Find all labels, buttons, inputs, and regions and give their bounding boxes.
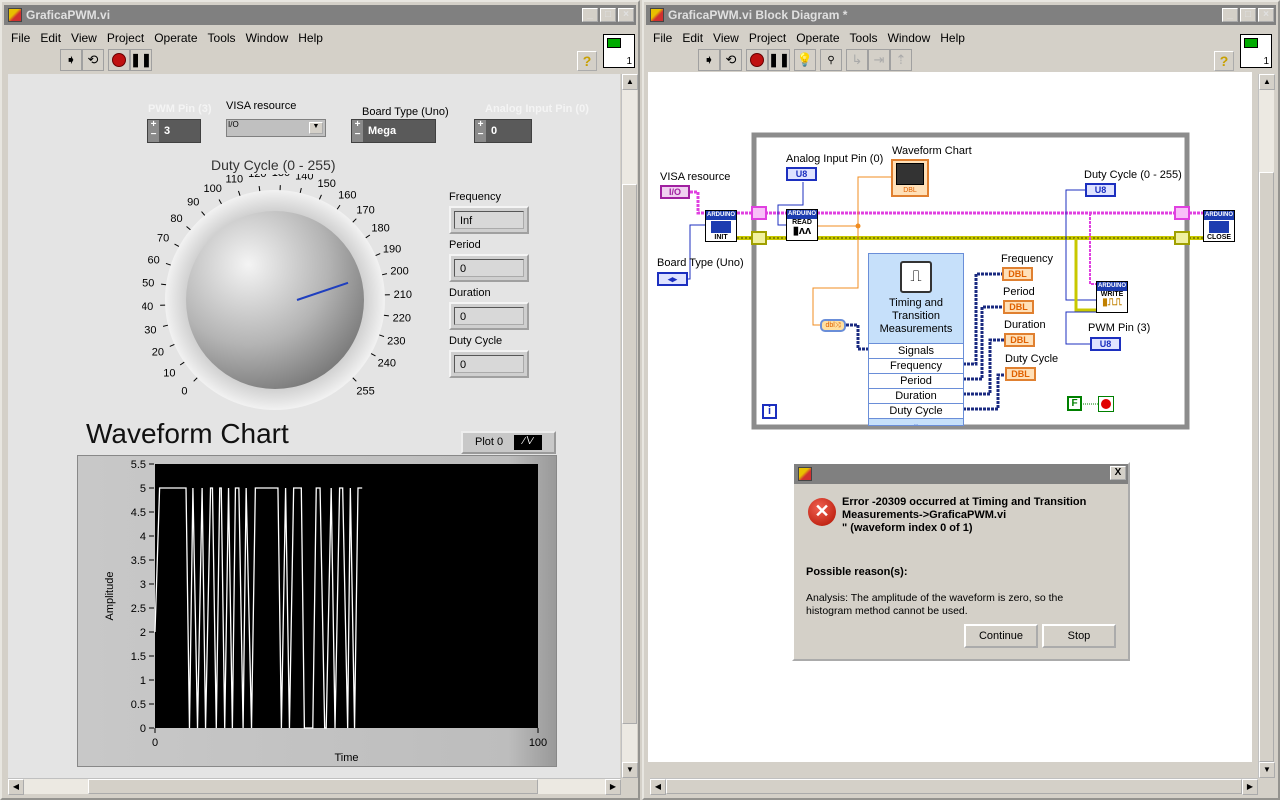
- subvi-header: ARDUINO: [1097, 282, 1127, 291]
- visa-resource-terminal[interactable]: I/O: [660, 185, 690, 199]
- signals-wire[interactable]: [846, 323, 868, 351]
- arduino-write-subvi[interactable]: ARDUINO WRITE ▮⎍⎍: [1096, 281, 1128, 313]
- pwm-pin-terminal-label: PWM Pin (3): [1088, 322, 1151, 334]
- subvi-header: ARDUINO: [1204, 211, 1234, 220]
- period-indicator-terminal[interactable]: DBL: [1003, 300, 1034, 314]
- error-reason-text: Analysis: The amplitude of the waveform …: [806, 592, 1064, 617]
- false-constant[interactable]: F: [1067, 396, 1082, 411]
- subvi-name: CLOSE: [1206, 234, 1232, 241]
- duty-cycle-terminal[interactable]: Duty Cycle: [869, 403, 963, 418]
- frequency-indicator-label: Frequency: [1001, 253, 1053, 265]
- period-terminal[interactable]: Period: [869, 373, 963, 388]
- frequency-terminal[interactable]: Frequency: [869, 358, 963, 373]
- diagram-wires: [688, 132, 1235, 430]
- duty-cycle-indicator-terminal[interactable]: DBL: [1005, 367, 1036, 381]
- period-wire[interactable]: [963, 305, 1003, 381]
- stop-button[interactable]: Stop: [1042, 624, 1116, 648]
- duration-terminal[interactable]: Duration: [869, 388, 963, 403]
- period-indicator-label: Period: [1003, 286, 1035, 298]
- visa-resource-terminal-label: VISA resource: [660, 171, 731, 183]
- arduino-close-subvi[interactable]: ARDUINO CLOSE: [1203, 210, 1235, 242]
- subvi-name: INIT: [714, 234, 728, 241]
- board-type-terminal[interactable]: ◂▸: [657, 272, 688, 286]
- loop-stop-condition-icon[interactable]: [1098, 396, 1114, 412]
- error-branch-wire[interactable]: [1074, 238, 1096, 312]
- shift-register-right-visa[interactable]: [1174, 206, 1190, 220]
- analog-pin-terminal-label: Analog Input Pin (0): [786, 153, 884, 165]
- subvi-header: ARDUINO: [706, 211, 736, 220]
- dialog-close-button[interactable]: X: [1110, 466, 1126, 480]
- visa-wire[interactable]: [690, 190, 1235, 215]
- chart-glyph-icon: [896, 163, 924, 185]
- to-dbl-conversion-node[interactable]: dbl⤨: [820, 319, 846, 332]
- duty-255-terminal[interactable]: U8: [1085, 183, 1116, 197]
- duration-indicator-terminal[interactable]: DBL: [1004, 333, 1035, 347]
- shift-register-left-error[interactable]: [751, 231, 767, 245]
- subvi-header: ARDUINO: [787, 210, 817, 219]
- error-message: Error -20309 occurred at Timing and Tran…: [842, 496, 1122, 535]
- error-dialog: X ✕ Error -20309 occurred at Timing and …: [792, 462, 1130, 661]
- visa-branch-wire[interactable]: [1089, 213, 1096, 285]
- waveform-chart-terminal[interactable]: DBL: [891, 159, 929, 197]
- error-message-index: " (waveform index 0 of 1): [842, 522, 973, 534]
- timing-transition-express-vi[interactable]: ⎍ Timing and Transition Measurements Sig…: [868, 253, 964, 428]
- error-message-line: Error -20309 occurred at Timing and Tran…: [842, 496, 1087, 521]
- arduino-read-subvi[interactable]: ARDUINO READ ▮ᴧᴧ: [786, 209, 818, 241]
- labview-vi-icon: [798, 467, 812, 481]
- board-type-wire[interactable]: [688, 224, 705, 280]
- shift-register-right-error[interactable]: [1174, 231, 1190, 245]
- iteration-terminal: i: [762, 404, 777, 419]
- express-vi-title: Timing and Transition Measurements: [879, 297, 953, 335]
- analog-pin-terminal[interactable]: U8: [786, 167, 817, 181]
- continue-button[interactable]: Continue: [964, 624, 1038, 648]
- waveform-chart-terminal-label: Waveform Chart: [892, 145, 972, 157]
- shift-register-left-visa[interactable]: [751, 206, 767, 220]
- chart-type-label: DBL: [903, 187, 917, 194]
- possible-reasons-heading: Possible reason(s):: [806, 566, 908, 578]
- duty-cycle-indicator-label: Duty Cycle: [1005, 353, 1059, 365]
- frequency-indicator-terminal[interactable]: DBL: [1002, 267, 1033, 281]
- duty-255-terminal-label: Duty Cycle (0 - 255): [1084, 169, 1182, 181]
- pulse-measure-icon: ⎍: [900, 261, 932, 293]
- pwm-pin-terminal[interactable]: U8: [1090, 337, 1121, 351]
- board-type-terminal-label: Board Type (Uno): [657, 257, 744, 269]
- expand-chevron-icon[interactable]: ⌄: [869, 418, 963, 428]
- arduino-init-subvi[interactable]: ARDUINO INIT: [705, 210, 737, 242]
- error-icon: ✕: [808, 498, 836, 526]
- signals-terminal[interactable]: Signals: [869, 343, 963, 358]
- dialog-titlebar[interactable]: X: [794, 464, 1128, 484]
- duration-indicator-label: Duration: [1004, 319, 1046, 331]
